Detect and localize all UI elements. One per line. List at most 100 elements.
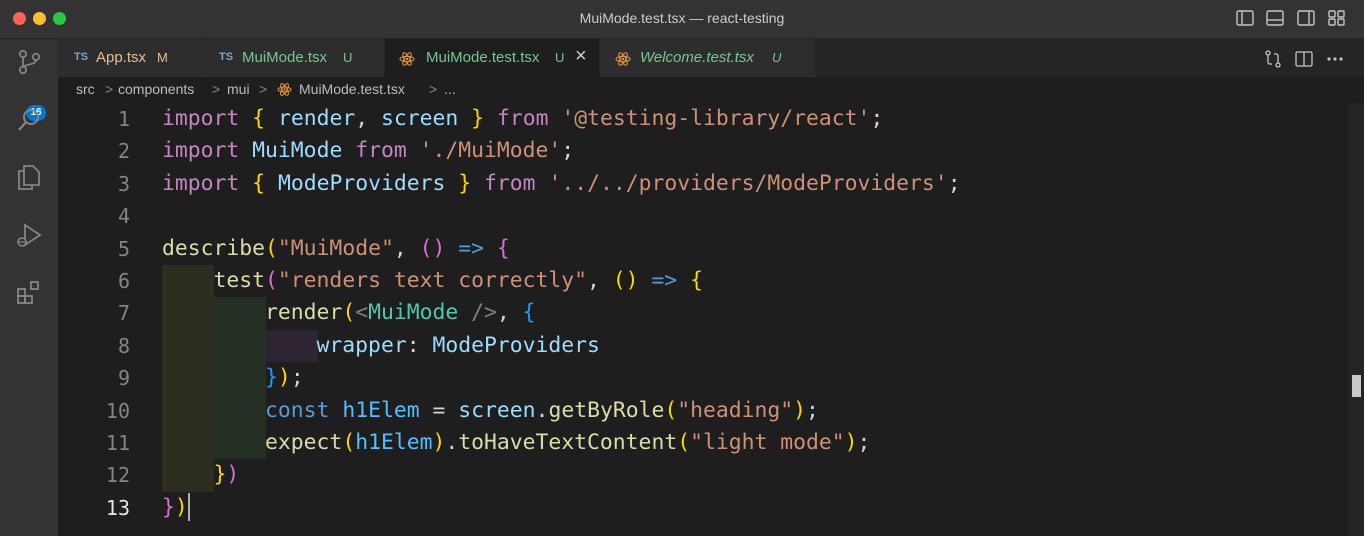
line-number: 12 xyxy=(105,463,130,488)
code-token: ( xyxy=(664,397,678,423)
code-line[interactable]: 9 }); xyxy=(58,362,1348,394)
split-editor-icon[interactable] xyxy=(1294,49,1314,69)
code-line[interactable]: 6 test("renders text correctly", () => { xyxy=(58,265,1348,297)
line-code: import { render, screen } from '@testing… xyxy=(162,103,883,135)
line-number: 2 xyxy=(117,139,130,164)
code-token: ) xyxy=(432,430,446,455)
code-line[interactable]: 5 describe("MuiMode", () => { xyxy=(58,233,1348,265)
line-number: 7 xyxy=(117,301,130,326)
code-line[interactable]: 2 import MuiMode from './MuiMode'; xyxy=(58,135,1348,167)
code-editor[interactable]: 1 import { render, screen } from '@testin… xyxy=(58,103,1348,536)
customize-layout-icon[interactable] xyxy=(1327,9,1347,27)
tab-app-tsx[interactable]: TS App.tsx M xyxy=(58,39,203,77)
title-bar: MuiMode.test.tsx — react-testing xyxy=(0,0,1364,39)
code-token: import xyxy=(162,170,240,196)
tab-muimode-test-tsx[interactable]: MuiMode.test.tsx U × xyxy=(385,39,600,77)
code-line[interactable]: 1 import { render, screen } from '@testin… xyxy=(58,103,1348,135)
vertical-scrollbar[interactable] xyxy=(1348,103,1364,536)
code-line[interactable]: 7 render(<MuiMode />, { xyxy=(58,297,1348,329)
code-token: : xyxy=(406,332,433,358)
more-actions-icon[interactable] xyxy=(1325,49,1345,69)
code-token: expect xyxy=(265,430,343,455)
explorer-icon[interactable] xyxy=(14,162,44,192)
extensions-icon[interactable] xyxy=(14,277,44,307)
code-line[interactable]: 10 const h1Elem = screen.getByRole("head… xyxy=(58,395,1348,427)
code-token: ( xyxy=(265,268,278,293)
breadcrumb-item-symbol[interactable]: ... xyxy=(444,81,456,97)
code-token: const xyxy=(265,397,330,423)
code-token: h1Elem xyxy=(342,397,420,423)
typescript-icon: TS xyxy=(74,51,89,63)
line-code: import { ModeProviders } from '../../pro… xyxy=(162,168,961,200)
code-token: , xyxy=(587,268,613,293)
code-token: = xyxy=(432,397,446,423)
line-code: const h1Elem = screen.getByRole("heading… xyxy=(162,395,819,427)
code-token: { xyxy=(522,300,536,326)
toggle-primary-sidebar-icon[interactable] xyxy=(1235,9,1255,27)
breadcrumb-item-components[interactable]: components xyxy=(118,81,194,97)
code-token: from xyxy=(355,138,407,164)
vscode-window: MuiMode.test.tsx — react-testing 16 TS A… xyxy=(0,0,1364,536)
code-token: < xyxy=(355,300,369,326)
line-number: 9 xyxy=(117,366,130,391)
code-token: ModeProviders xyxy=(432,332,600,358)
line-number: 5 xyxy=(117,236,130,261)
code-token: () xyxy=(612,268,639,293)
line-number: 4 xyxy=(117,204,130,229)
code-token: import xyxy=(162,106,240,131)
breadcrumb-item-src[interactable]: src xyxy=(76,81,95,97)
code-token: ( xyxy=(342,300,356,326)
tab-welcome-test-tsx[interactable]: Welcome.test.tsx U xyxy=(600,39,816,77)
line-number: 3 xyxy=(117,171,130,196)
line-code: }); xyxy=(162,362,304,394)
breadcrumb-item-mui[interactable]: mui xyxy=(227,81,250,97)
tab-muimode-tsx[interactable]: TS MuiMode.tsx U xyxy=(203,39,385,77)
breadcrumb-separator: > xyxy=(259,81,268,97)
breadcrumb-separator: > xyxy=(429,81,438,97)
code-token: } xyxy=(458,170,472,196)
code-token: ; xyxy=(947,170,961,196)
open-changes-icon[interactable] xyxy=(1263,49,1283,69)
code-line[interactable]: 4 xyxy=(58,200,1348,232)
tab-label: MuiMode.tsx xyxy=(242,49,328,66)
source-control-icon[interactable] xyxy=(14,47,44,77)
code-token: . xyxy=(445,430,459,455)
code-line[interactable]: 3 import { ModeProviders } from '../../pr… xyxy=(58,168,1348,200)
code-token: screen xyxy=(381,106,459,131)
breadcrumb-separator: > xyxy=(212,81,221,97)
close-tab-button[interactable]: × xyxy=(575,45,587,68)
toggle-panel-icon[interactable] xyxy=(1265,9,1285,27)
breadcrumb-item-file[interactable]: MuiMode.test.tsx xyxy=(299,81,405,97)
code-token: ( xyxy=(677,430,691,455)
scrollbar-thumb[interactable] xyxy=(1352,375,1361,397)
code-line[interactable]: 8 wrapper: ModeProviders xyxy=(58,330,1348,362)
code-token: screen xyxy=(458,397,536,423)
toggle-secondary-sidebar-icon[interactable] xyxy=(1296,9,1316,27)
code-token: , xyxy=(393,235,420,261)
code-token: ModeProviders xyxy=(277,170,446,196)
line-code: expect(h1Elem).toHaveTextContent("light … xyxy=(162,427,870,459)
code-line[interactable]: 13}) xyxy=(58,492,1348,524)
code-token: '@testing-library/react' xyxy=(561,106,871,131)
activity-bar: 16 xyxy=(0,39,58,536)
code-line[interactable]: 12 }) xyxy=(58,459,1348,491)
code-token: from xyxy=(484,170,536,196)
run-and-debug-icon[interactable] xyxy=(14,220,44,250)
line-number: 10 xyxy=(105,398,130,423)
line-code: import MuiMode from './MuiMode'; xyxy=(162,135,574,167)
search-icon[interactable] xyxy=(14,105,44,135)
code-line[interactable]: 11 expect(h1Elem).toHaveTextContent("lig… xyxy=(58,427,1348,459)
